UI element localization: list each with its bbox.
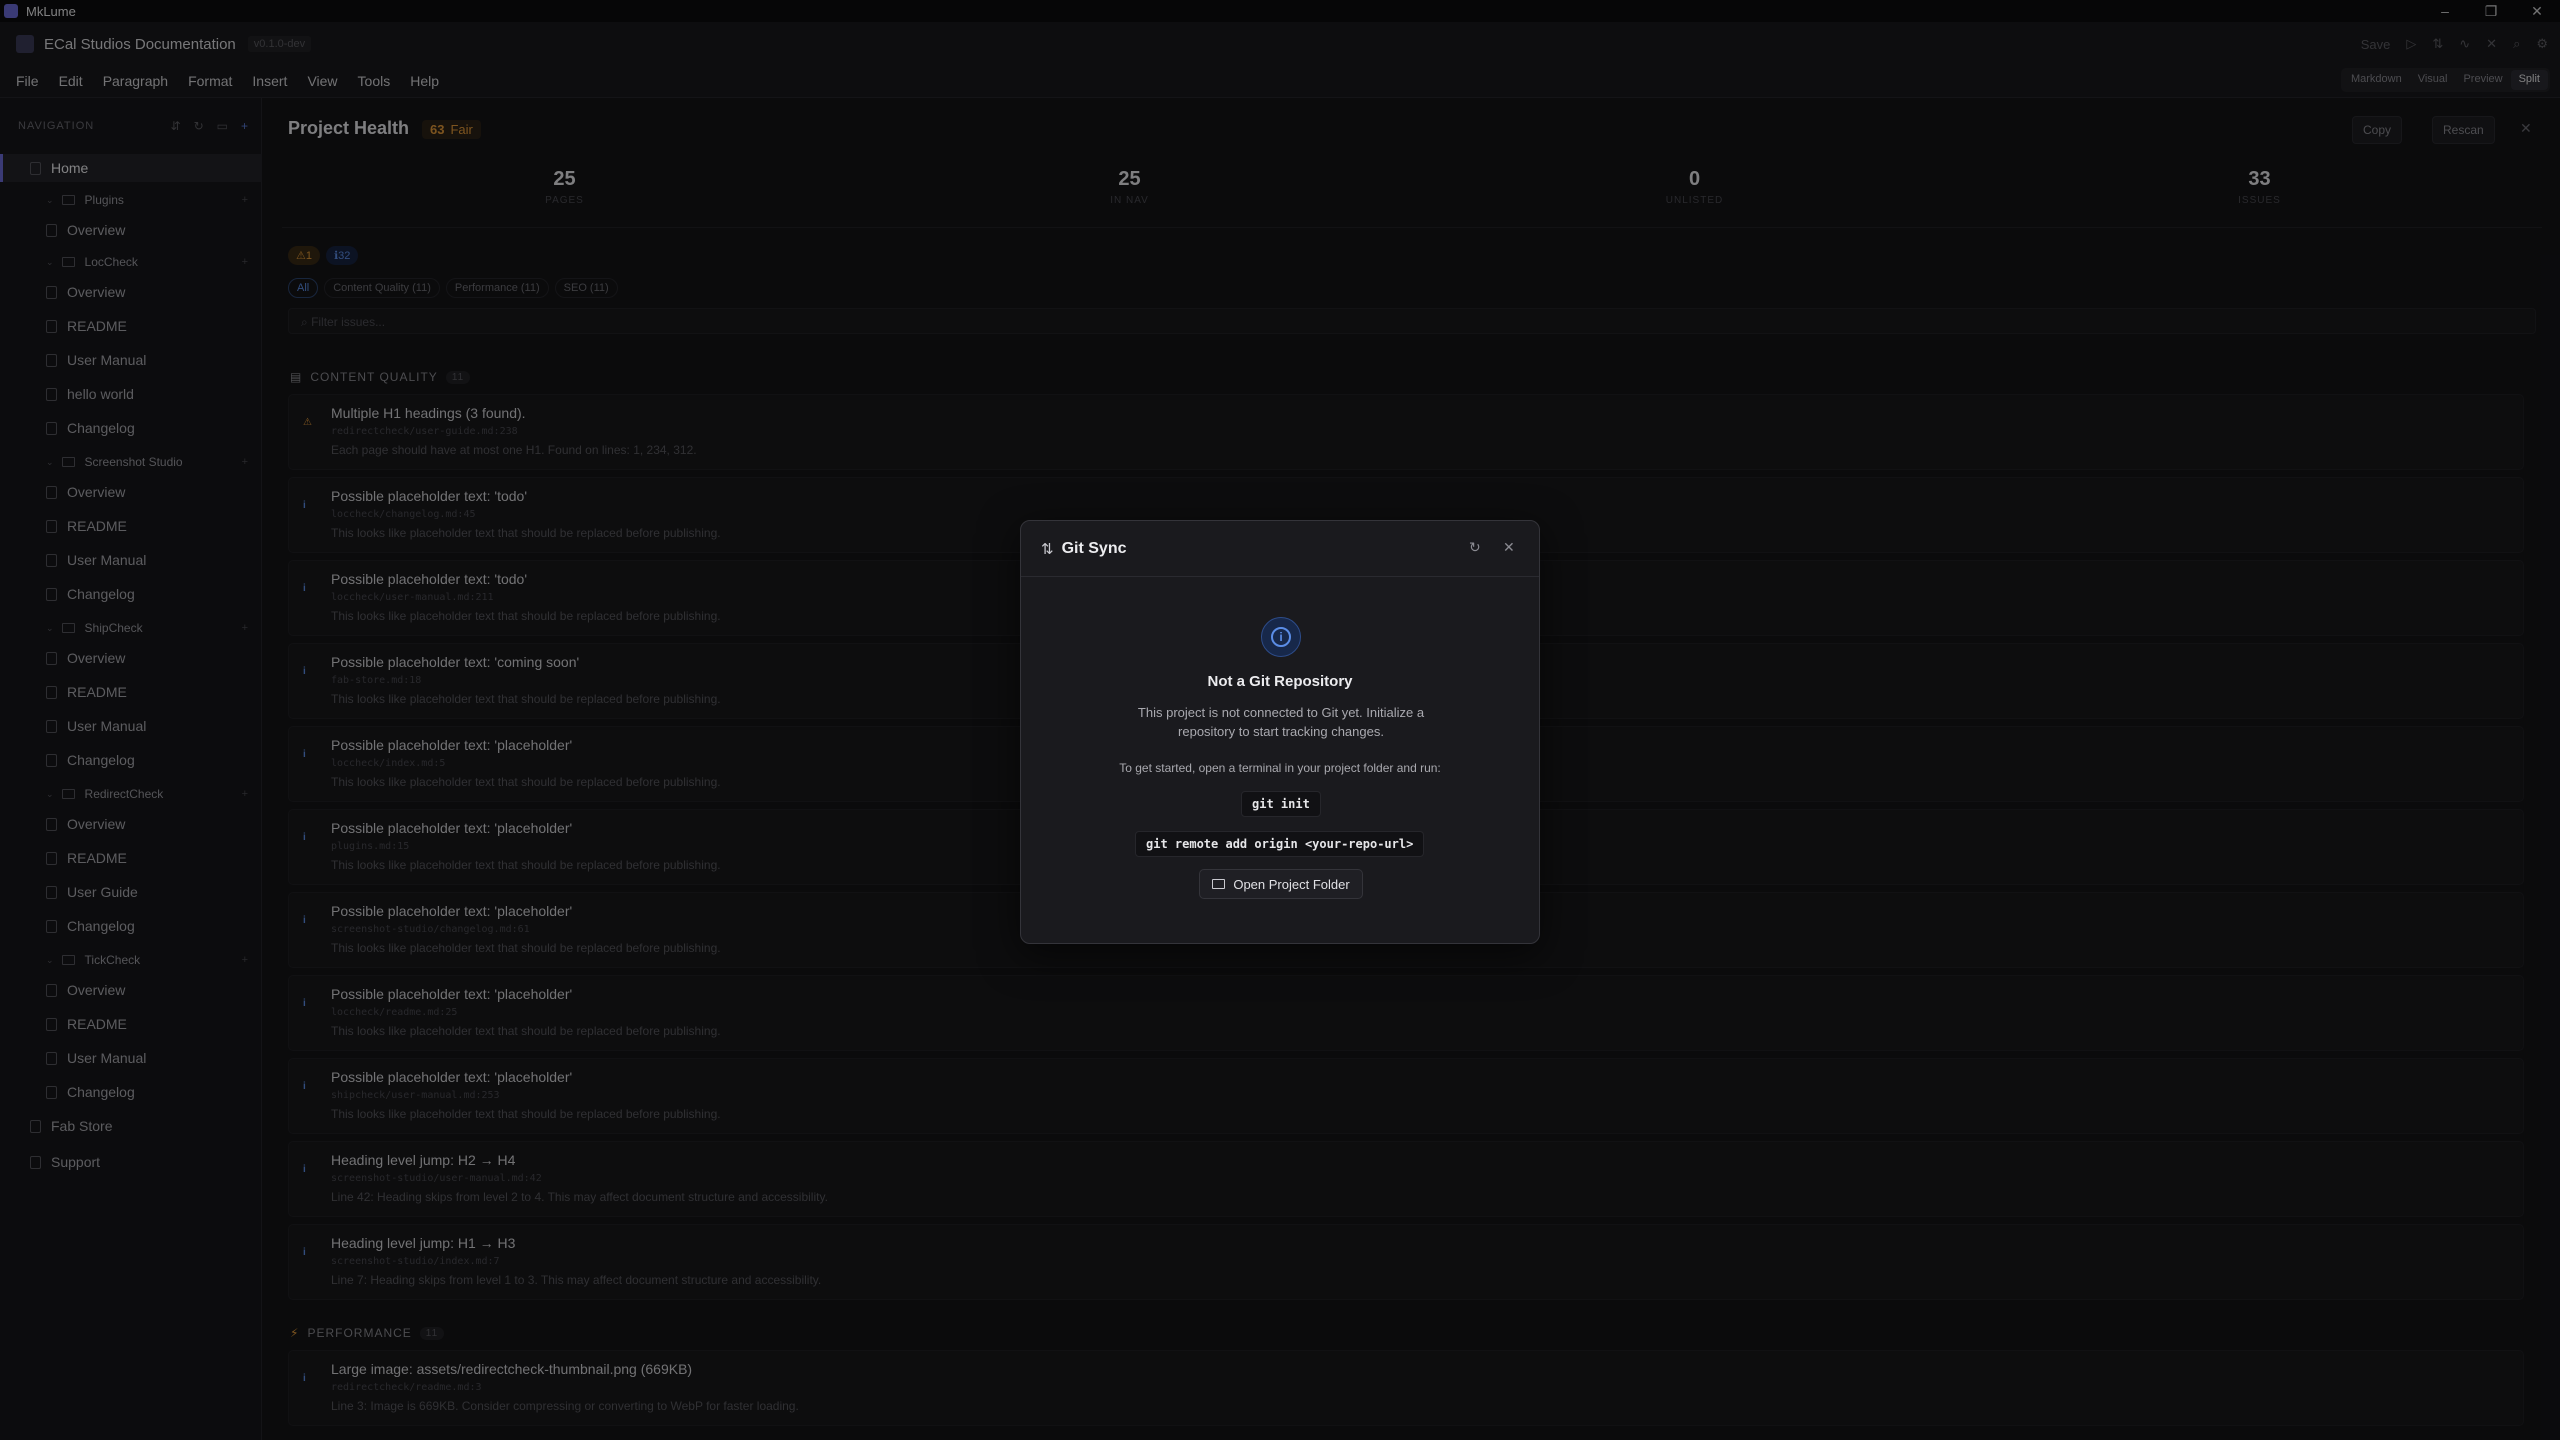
close-icon[interactable]: ✕ xyxy=(1503,539,1515,556)
git-sync-dialog: ⇅ Git Sync ↻ ✕ i Not a Git Repository Th… xyxy=(1020,520,1540,944)
dialog-heading: Not a Git Repository xyxy=(1207,673,1353,690)
dialog-title: Git Sync xyxy=(1061,539,1127,557)
git-remote-command: git remote add origin <your-repo-url> xyxy=(1135,831,1425,857)
folder-icon xyxy=(1212,879,1226,889)
open-project-folder-button[interactable]: Open Project Folder xyxy=(1199,869,1363,899)
info-icon: i xyxy=(1261,617,1301,657)
refresh-icon[interactable]: ↻ xyxy=(1469,539,1481,556)
git-init-command: git init xyxy=(1241,791,1321,817)
dialog-hint: To get started, open a terminal in your … xyxy=(1119,761,1441,775)
git-branch-icon: ⇅ xyxy=(1041,540,1054,558)
dialog-body: This project is not connected to Git yet… xyxy=(1137,705,1425,739)
